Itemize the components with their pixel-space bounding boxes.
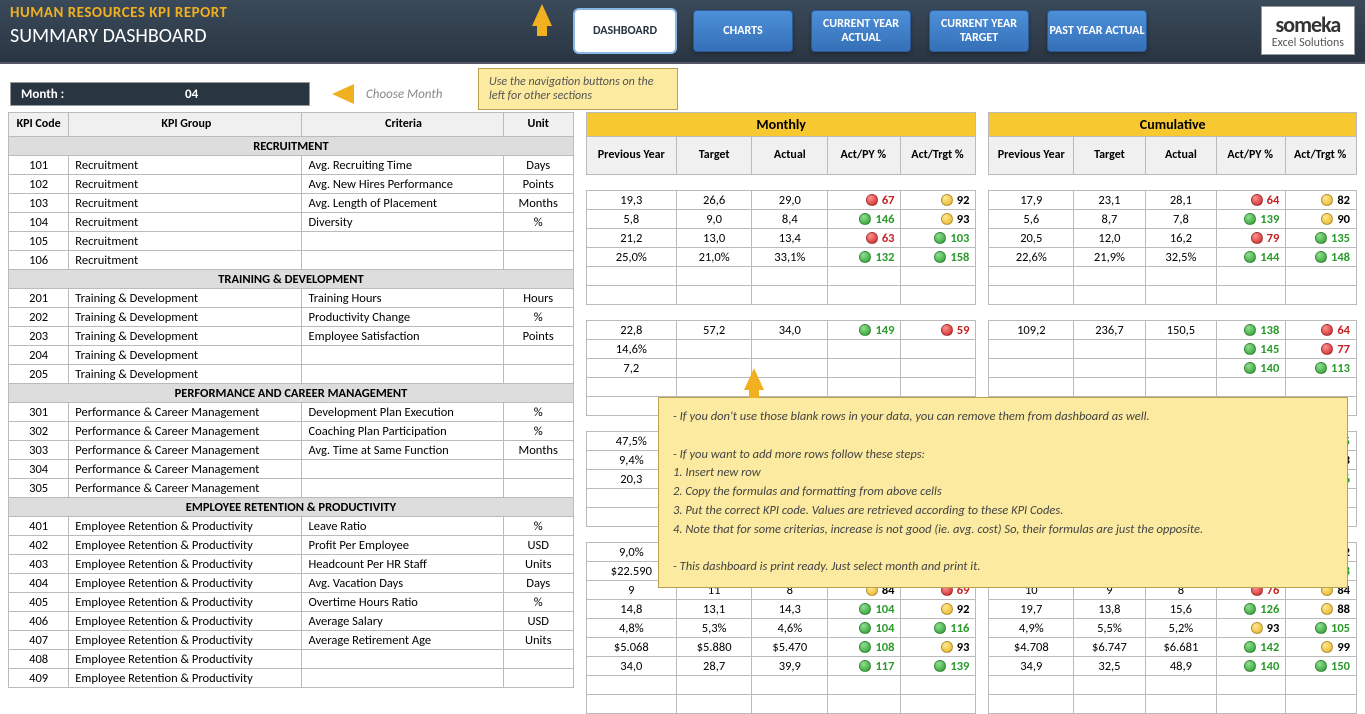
table-row[interactable]: 104 Recruitment Diversity %: [9, 213, 574, 232]
table-row[interactable]: [989, 695, 1357, 714]
table-row[interactable]: 404 Employee Retention & Productivity Av…: [9, 574, 574, 593]
group-header: RECRUITMENT: [9, 137, 574, 156]
table-row[interactable]: 201 Training & Development Training Hour…: [9, 289, 574, 308]
table-row[interactable]: 101 Recruitment Avg. Recruiting Time Day…: [9, 156, 574, 175]
table-row[interactable]: 4,9%5,5%5,2%93105: [989, 619, 1357, 638]
group-header: EMPLOYEE RETENTION & PRODUCTIVITY: [9, 498, 574, 517]
table-row[interactable]: 403 Employee Retention & Productivity He…: [9, 555, 574, 574]
table-row[interactable]: 20,512,016,279135: [989, 229, 1357, 248]
table-row[interactable]: 303 Performance & Career Management Avg.…: [9, 441, 574, 460]
table-row[interactable]: 25,0%21,0%33,1%132158: [586, 248, 976, 267]
table-row[interactable]: 17,923,128,16482: [989, 191, 1357, 210]
table-row[interactable]: [989, 378, 1357, 397]
nav-cy-actual[interactable]: CURRENT YEAR ACTUAL: [811, 10, 911, 52]
nav-button-group: DASHBOARD CHARTS CURRENT YEAR ACTUAL CUR…: [575, 10, 1147, 52]
table-row[interactable]: 5,89,08,414693: [586, 210, 976, 229]
table-row[interactable]: 202 Training & Development Productivity …: [9, 308, 574, 327]
table-row[interactable]: 19,713,815,612688: [989, 600, 1357, 619]
instructions-tooltip: - If you don't use those blank rows in y…: [658, 397, 1348, 588]
table-row[interactable]: 406 Employee Retention & Productivity Av…: [9, 612, 574, 631]
table-row[interactable]: 204 Training & Development: [9, 346, 574, 365]
table-row[interactable]: [989, 267, 1357, 286]
table-row[interactable]: 405 Employee Retention & Productivity Ov…: [9, 593, 574, 612]
table-row[interactable]: 4,8%5,3%4,6%104116: [586, 619, 976, 638]
group-header: TRAINING & DEVELOPMENT: [9, 270, 574, 289]
table-row[interactable]: 302 Performance & Career Management Coac…: [9, 422, 574, 441]
nav-cy-target[interactable]: CURRENT YEAR TARGET: [929, 10, 1029, 52]
table-row[interactable]: [586, 676, 976, 695]
table-row[interactable]: [586, 695, 976, 714]
table-row[interactable]: 102 Recruitment Avg. New Hires Performan…: [9, 175, 574, 194]
nav-tooltip: Use the navigation buttons on the left f…: [478, 68, 678, 110]
table-row[interactable]: 103 Recruitment Avg. Length of Placement…: [9, 194, 574, 213]
table-row[interactable]: 408 Employee Retention & Productivity: [9, 650, 574, 669]
table-row[interactable]: 301 Performance & Career Management Deve…: [9, 403, 574, 422]
table-row[interactable]: 7,2: [586, 359, 976, 378]
table-row[interactable]: 304 Performance & Career Management: [9, 460, 574, 479]
table-row[interactable]: [586, 378, 976, 397]
table-row[interactable]: 21,213,013,463103: [586, 229, 976, 248]
choose-month-hint: Choose Month: [366, 87, 442, 102]
table-row[interactable]: 5,68,77,813990: [989, 210, 1357, 229]
nav-py-actual[interactable]: PAST YEAR ACTUAL: [1047, 10, 1147, 52]
nav-charts[interactable]: CHARTS: [693, 10, 793, 52]
table-row[interactable]: 105 Recruitment: [9, 232, 574, 251]
table-row[interactable]: 34,932,548,9140150: [989, 657, 1357, 676]
table-row[interactable]: [586, 267, 976, 286]
table-row[interactable]: 407 Employee Retention & Productivity Av…: [9, 631, 574, 650]
table-row[interactable]: [989, 676, 1357, 695]
table-row[interactable]: 109,2236,7150,513864: [989, 321, 1357, 340]
arrow-left-icon: [332, 84, 354, 104]
table-row[interactable]: 34,028,739,9117139: [586, 657, 976, 676]
app-header: HUMAN RESOURCES KPI REPORT SUMMARY DASHB…: [0, 0, 1365, 64]
table-row[interactable]: 203 Training & Development Employee Sati…: [9, 327, 574, 346]
table-row[interactable]: 22,6%21,9%32,5%144148: [989, 248, 1357, 267]
month-selector[interactable]: Month : 04: [10, 82, 310, 106]
table-row[interactable]: 14,6%: [586, 340, 976, 359]
logo: someka Excel Solutions: [1261, 6, 1355, 55]
table-row[interactable]: 106 Recruitment: [9, 251, 574, 270]
arrow-up-icon: [532, 4, 552, 26]
table-row[interactable]: [586, 286, 976, 305]
table-row[interactable]: 14577: [989, 340, 1357, 359]
table-row[interactable]: 402 Employee Retention & Productivity Pr…: [9, 536, 574, 555]
kpi-info-table: KPI Code KPI Group Criteria Unit RECRUIT…: [8, 112, 574, 688]
group-header: PERFORMANCE AND CAREER MANAGEMENT: [9, 384, 574, 403]
table-row[interactable]: $4.708$6.747$6.68114299: [989, 638, 1357, 657]
table-row[interactable]: 140113: [989, 359, 1357, 378]
table-row[interactable]: $5.068$5.880$5.47010893: [586, 638, 976, 657]
arrow-up-icon: [744, 368, 764, 390]
table-row[interactable]: 19,326,629,06792: [586, 191, 976, 210]
table-row[interactable]: 205 Training & Development: [9, 365, 574, 384]
nav-dashboard[interactable]: DASHBOARD: [575, 10, 675, 52]
table-row[interactable]: 401 Employee Retention & Productivity Le…: [9, 517, 574, 536]
table-row[interactable]: [989, 286, 1357, 305]
table-row[interactable]: 409 Employee Retention & Productivity: [9, 669, 574, 688]
table-row[interactable]: 305 Performance & Career Management: [9, 479, 574, 498]
table-row[interactable]: 22,857,234,014959: [586, 321, 976, 340]
table-row[interactable]: 14,813,114,310492: [586, 600, 976, 619]
